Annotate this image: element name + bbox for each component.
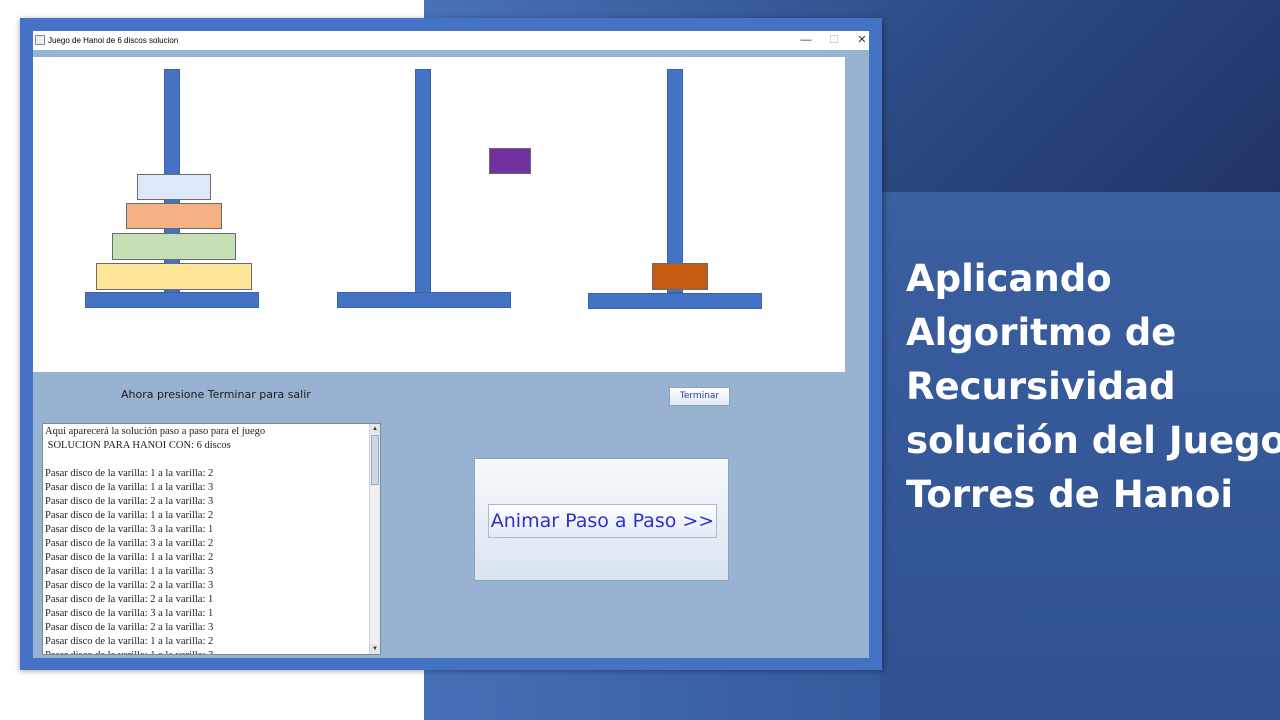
slide-heading-line: Algoritmo de	[906, 311, 1177, 354]
moving-disk	[489, 148, 531, 174]
animate-step-button[interactable]: Animar Paso a Paso >>	[488, 504, 717, 538]
maximize-button[interactable]: ☐	[820, 32, 848, 49]
disk	[137, 174, 211, 200]
disk	[112, 233, 236, 260]
disk	[96, 263, 252, 290]
slide-heading-line: Torres de Hanoi	[906, 473, 1234, 516]
vertical-scrollbar[interactable]: ▲ ▼	[369, 424, 380, 654]
close-button[interactable]: ✕	[848, 32, 876, 49]
minimize-button[interactable]: —	[792, 32, 820, 49]
disk	[652, 263, 708, 290]
disk	[126, 203, 222, 229]
window-client-area: Ahora presione Terminar para salir Termi…	[33, 50, 869, 658]
rod-2-base	[337, 292, 511, 308]
scroll-down-arrow-icon[interactable]: ▼	[370, 644, 380, 654]
terminar-button[interactable]: Terminar	[669, 387, 730, 406]
slide-heading: Aplicando Algoritmo de Recursividad solu…	[906, 252, 1280, 522]
hanoi-canvas	[33, 57, 845, 372]
slide-heading-line: Recursividad	[906, 365, 1176, 408]
scroll-up-arrow-icon[interactable]: ▲	[370, 424, 380, 434]
status-label: Ahora presione Terminar para salir	[121, 388, 311, 401]
title-bar[interactable]: Juego de Hanoi de 6 discos solucion — ☐ …	[33, 31, 869, 50]
rod-2	[415, 69, 431, 293]
scrollbar-thumb[interactable]	[371, 435, 379, 485]
window-title: Juego de Hanoi de 6 discos solucion	[48, 36, 179, 45]
slide-heading-line: solución del Juego	[906, 419, 1280, 462]
rod-3	[667, 69, 683, 293]
rod-3-base	[588, 293, 762, 309]
solution-log: Aqui aparecerá la solución paso a paso p…	[45, 426, 266, 654]
java-app-icon	[35, 35, 45, 45]
rod-1-base	[85, 292, 259, 308]
slide-heading-line: Aplicando	[906, 257, 1112, 300]
animate-panel: Animar Paso a Paso >>	[474, 458, 729, 581]
solution-textarea[interactable]: Aqui aparecerá la solución paso a paso p…	[42, 423, 381, 655]
hanoi-window: Juego de Hanoi de 6 discos solucion — ☐ …	[20, 18, 882, 670]
